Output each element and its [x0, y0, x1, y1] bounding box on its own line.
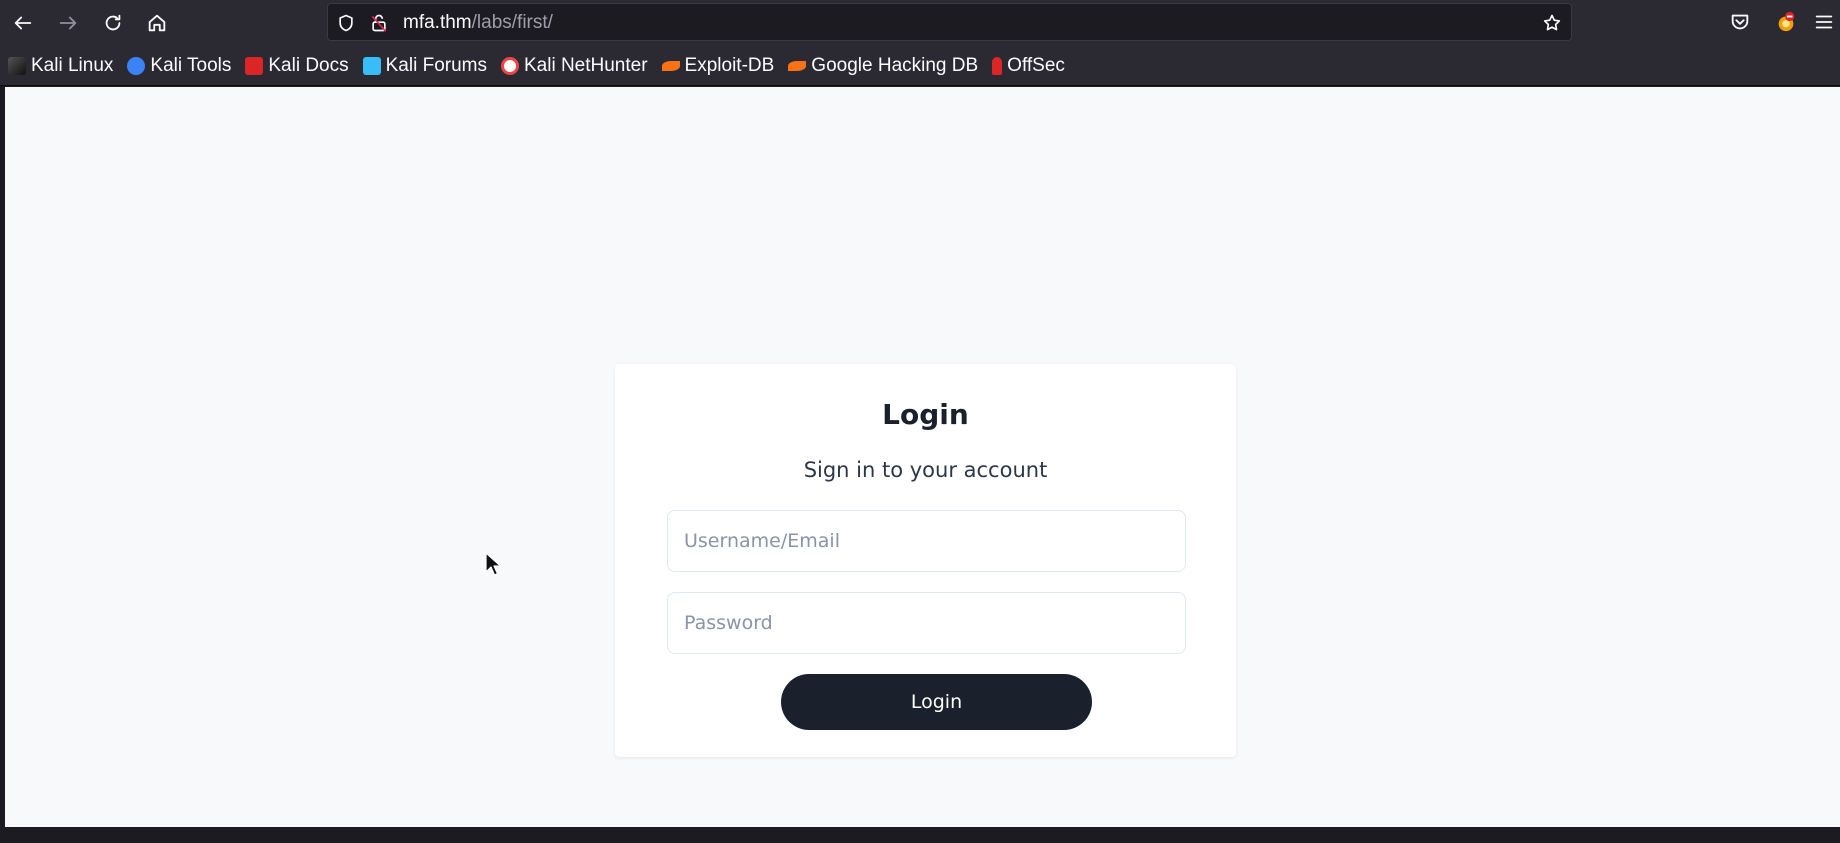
bookmark-label: Kali Linux	[31, 54, 114, 76]
login-card: Login Sign in to your account Login	[615, 364, 1236, 757]
page-viewport: Login Sign in to your account Login	[5, 87, 1840, 827]
back-button[interactable]	[3, 5, 43, 41]
kali-forums-icon	[362, 56, 381, 75]
login-button[interactable]: Login	[781, 674, 1092, 730]
insecure-lock-icon[interactable]	[368, 12, 390, 34]
bookmark-kali-nethunter[interactable]: Kali NetHunter	[500, 54, 648, 77]
url-host: mfa.thm	[403, 12, 472, 33]
login-title: Login	[882, 398, 969, 431]
tracking-protection-shield-icon[interactable]	[335, 12, 357, 34]
address-bar[interactable]: mfa.thm/labs/first/	[327, 3, 1572, 41]
exploit-db-icon	[661, 60, 680, 71]
password-input[interactable]	[667, 592, 1186, 654]
kali-docs-icon	[245, 56, 264, 75]
kali-tools-icon	[127, 56, 146, 75]
home-button[interactable]	[137, 5, 177, 41]
bookmark-label: Google Hacking DB	[811, 54, 979, 76]
forward-button[interactable]	[48, 5, 88, 41]
reload-button[interactable]	[93, 5, 133, 41]
home-icon	[148, 14, 166, 32]
bookmark-exploit-db[interactable]: Exploit-DB	[661, 54, 775, 77]
pocket-icon[interactable]	[1728, 10, 1752, 34]
bookmarks-toolbar: Kali Linux Kali Tools Kali Docs Kali For…	[0, 46, 1840, 86]
bookmark-kali-linux[interactable]: Kali Linux	[8, 55, 113, 77]
bookmark-label: OffSec	[1007, 54, 1065, 76]
reload-icon	[105, 14, 121, 31]
bookmark-label: Kali Docs	[268, 54, 349, 76]
browser-toolbar: mfa.thm/labs/first/	[0, 0, 1840, 46]
offsec-icon	[992, 56, 1003, 75]
username-email-input[interactable]	[667, 510, 1186, 572]
bookmark-kali-forums[interactable]: Kali Forums	[362, 54, 487, 77]
url-path: /labs/first/	[471, 12, 553, 33]
bookmark-label: Exploit-DB	[684, 54, 775, 76]
bookmark-label: Kali Forums	[385, 54, 487, 76]
arrow-left-icon	[14, 16, 32, 30]
ghdb-icon	[788, 60, 807, 71]
kali-nethunter-icon	[500, 56, 519, 75]
bookmark-label: Kali Tools	[150, 54, 232, 76]
bookmark-kali-docs[interactable]: Kali Docs	[245, 54, 349, 77]
bookmark-kali-tools[interactable]: Kali Tools	[127, 55, 231, 77]
login-subtitle: Sign in to your account	[803, 458, 1048, 482]
bookmark-star-icon[interactable]	[1541, 12, 1563, 34]
bookmark-label: Kali NetHunter	[523, 54, 648, 76]
arrow-right-icon	[59, 16, 77, 30]
extension-icon[interactable]	[1774, 10, 1798, 34]
hamburger-menu-icon[interactable]	[1812, 10, 1836, 34]
bookmark-offsec[interactable]: OffSec	[992, 55, 1065, 77]
bookmark-google-hacking-db[interactable]: Google Hacking DB	[788, 55, 978, 77]
mouse-cursor-icon	[485, 552, 502, 576]
kali-linux-icon	[8, 56, 26, 75]
url-text[interactable]: mfa.thm/labs/first/	[403, 12, 553, 34]
